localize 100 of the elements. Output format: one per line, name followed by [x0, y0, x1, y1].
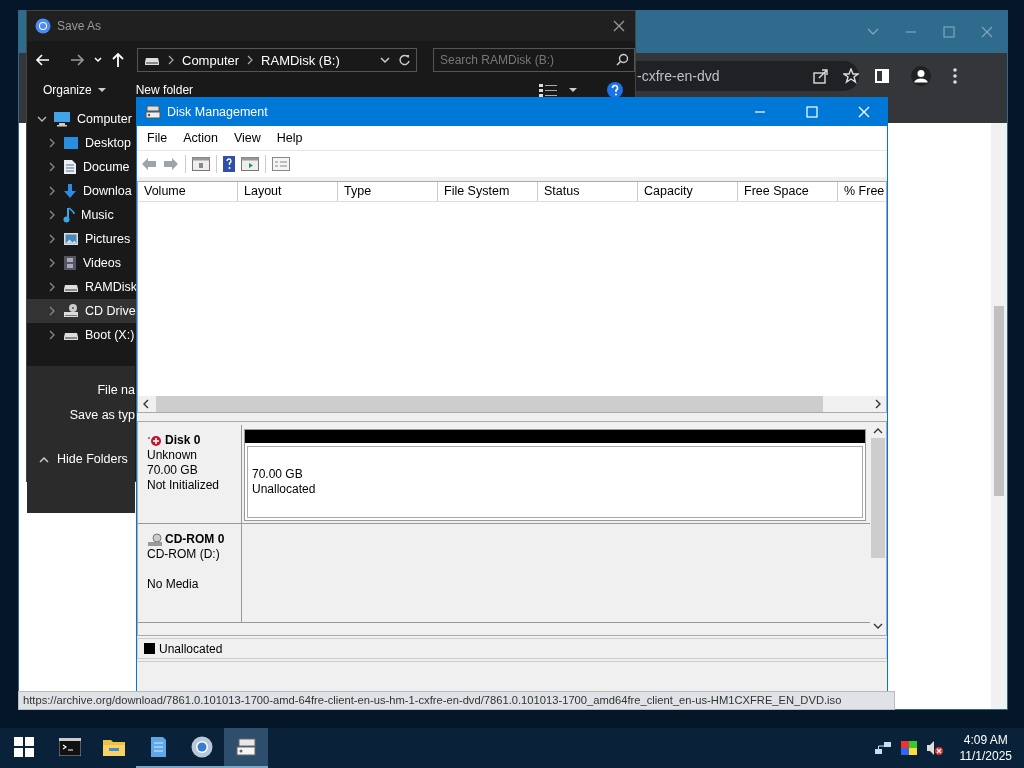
scrollbar[interactable]	[991, 123, 1007, 709]
collapsed-chevron-icon	[47, 186, 57, 196]
address-text[interactable]: -cxfre-en-dvd	[637, 68, 799, 84]
forward-icon[interactable]	[69, 52, 85, 68]
column-header[interactable]: % Free	[838, 182, 888, 201]
scroll-thumb[interactable]	[871, 438, 885, 558]
document-icon	[63, 159, 77, 175]
collapsed-chevron-icon	[47, 138, 57, 148]
collapsed-chevron-icon	[47, 282, 57, 292]
network-icon[interactable]	[873, 740, 892, 756]
tree-item[interactable]: Desktop	[27, 131, 136, 155]
music-note-icon	[63, 207, 75, 223]
window-title: Disk Management	[167, 105, 268, 119]
chevron-down-icon[interactable]	[93, 55, 103, 65]
help-icon[interactable]	[607, 82, 623, 98]
disk-management-icon	[145, 104, 161, 120]
notepad-icon	[149, 736, 167, 758]
collapsed-chevron-icon	[47, 258, 57, 268]
cd-drive-icon	[63, 303, 79, 319]
properties-icon[interactable]	[272, 157, 290, 171]
clock[interactable]: 4:09 AM 11/1/2025	[951, 732, 1012, 764]
new-folder-button[interactable]: New folder	[135, 83, 194, 97]
scroll-thumb[interactable]	[156, 396, 823, 412]
speaker-muted-icon[interactable]	[925, 740, 944, 756]
column-header[interactable]: Type	[338, 182, 438, 201]
picture-icon	[63, 232, 79, 246]
column-header[interactable]: File System	[438, 182, 538, 201]
up-arrow-icon[interactable]	[111, 52, 125, 68]
taskbar-app[interactable]	[224, 728, 268, 768]
menu-item[interactable]: Help	[268, 131, 311, 145]
side-panel-icon[interactable]	[875, 69, 889, 83]
column-header[interactable]: Status	[538, 182, 638, 201]
collapsed-chevron-icon	[47, 306, 57, 316]
breadcrumb-item[interactable]: RAMDisk (B:)	[261, 52, 340, 68]
tree-item[interactable]: Docume	[27, 155, 136, 179]
dropdown-chevron-icon	[380, 55, 390, 65]
tree-item[interactable]: Pictures	[27, 227, 136, 251]
color-display-icon[interactable]	[899, 740, 918, 756]
breadcrumb-item[interactable]: Computer	[182, 52, 240, 68]
cd-rom-icon	[147, 532, 163, 547]
column-header[interactable]: Free Space	[738, 182, 838, 201]
field-label: File na	[96, 382, 135, 399]
tree-item[interactable]: Music	[27, 203, 136, 227]
search-field[interactable]: Search RAMDisk (B:)	[433, 48, 635, 72]
terminal-icon	[59, 738, 81, 756]
caret-icon[interactable]	[569, 87, 577, 93]
tree-item[interactable]: Computer	[27, 107, 136, 131]
address-field[interactable]: Computer RAMDisk (B:)	[137, 48, 417, 72]
scroll-left-icon[interactable]	[142, 399, 150, 409]
share-icon[interactable]	[813, 68, 829, 84]
partition-label: Unallocated	[252, 482, 317, 497]
column-header[interactable]: Volume	[138, 182, 238, 201]
partition-size: 70.00 GB	[252, 467, 304, 482]
disk-error-icon	[147, 434, 163, 447]
profile-icon[interactable]	[911, 66, 931, 86]
caret-icon	[97, 87, 106, 93]
scroll-right-icon[interactable]	[874, 399, 882, 409]
hide-folders-button[interactable]: Hide Folders	[39, 452, 128, 466]
scroll-down-icon[interactable]	[873, 623, 883, 631]
organize-menu[interactable]: Organize	[43, 83, 106, 97]
chrome-logo-icon	[35, 18, 51, 34]
back-icon[interactable]	[35, 52, 51, 68]
refresh-icon	[398, 54, 410, 66]
disk-type: Unknown	[147, 448, 199, 463]
collapsed-chevron-icon	[47, 234, 57, 244]
disk-type: CD-ROM (D:)	[147, 547, 221, 562]
monitor-icon	[53, 111, 71, 127]
action-pane-icon[interactable]	[241, 157, 259, 171]
scroll-thumb[interactable]	[994, 306, 1004, 496]
field-label: Save as typ	[68, 407, 135, 424]
chevron-up-icon	[39, 455, 49, 463]
column-header[interactable]: Layout	[238, 182, 338, 201]
search-icon	[616, 53, 629, 66]
partition-block[interactable]: 70.00 GB Unallocated	[244, 429, 866, 521]
browser-logo-icon	[191, 736, 213, 758]
legend-label: Unallocated	[159, 641, 223, 656]
breadcrumb-chevron-icon	[247, 55, 254, 65]
collapsed-chevron-icon	[47, 210, 57, 220]
collapsed-chevron-icon	[47, 162, 57, 172]
tree-item[interactable]: Boot (X:)	[27, 323, 136, 347]
menu-icon[interactable]	[953, 68, 957, 84]
menu-item[interactable]: Action	[175, 131, 226, 145]
menu-item[interactable]: View	[225, 131, 269, 145]
tree-item[interactable]: CD Drive	[27, 299, 136, 323]
menu-item[interactable]: File	[139, 131, 176, 145]
tree-item[interactable]: RAMDisk	[27, 275, 136, 299]
help-book-icon[interactable]	[223, 156, 235, 172]
scroll-up-icon[interactable]	[873, 426, 883, 434]
column-header[interactable]: Capacity	[638, 182, 738, 201]
window-title: Save As	[57, 19, 102, 33]
star-icon[interactable]	[843, 68, 859, 84]
console-pane-icon[interactable]	[192, 157, 210, 171]
tree-item[interactable]: Downloa	[27, 179, 136, 203]
close-icon[interactable]	[613, 20, 625, 32]
disk-status: No Media	[147, 577, 200, 592]
collapsed-chevron-icon	[47, 330, 57, 340]
desktop-icon	[63, 136, 79, 150]
disk-size: 70.00 GB	[147, 463, 199, 478]
tree-item[interactable]: Videos	[27, 251, 136, 275]
link-status-text: https://archive.org/download/7861.0.101013-1700-amd-64fre-client-en-us-hm-1-cxfre-en-dvd/7861.0.101013-1700_amd64fre_client_en-us-HM1CXFRE_EN_DVD.iso	[18, 691, 895, 710]
